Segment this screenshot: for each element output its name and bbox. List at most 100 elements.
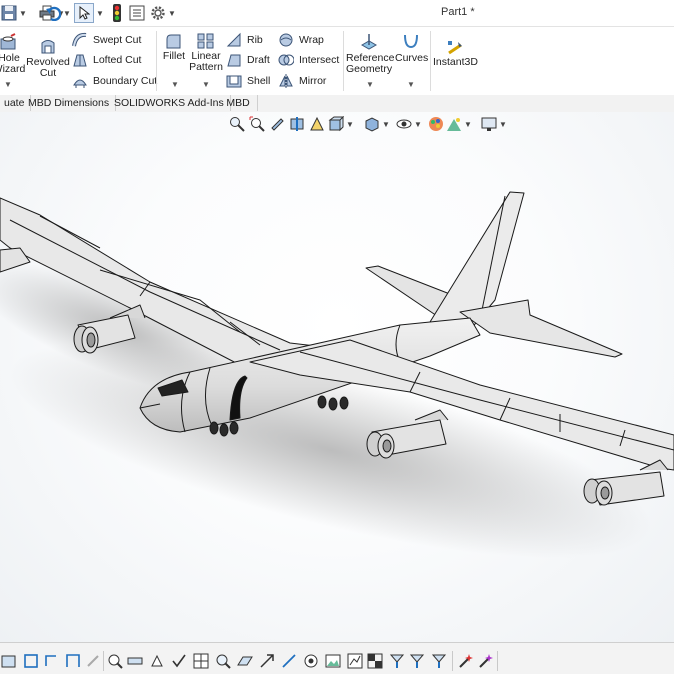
magic-wand-icon[interactable] [456, 652, 474, 670]
triad-icon[interactable] [388, 652, 406, 670]
intersect-label: Intersect [299, 54, 340, 66]
sketch-slot-icon[interactable] [42, 652, 60, 670]
zoom-icon[interactable] [106, 652, 124, 670]
revolved-cut-icon [41, 40, 55, 54]
file-properties-button[interactable] [128, 3, 146, 23]
hole-wizard-button[interactable]: Hole Wizard [0, 33, 26, 75]
linear-pattern-icon [197, 33, 214, 49]
intersect-button[interactable]: Intersect [278, 51, 339, 69]
curves-icon [404, 34, 418, 49]
boundary-cut-button[interactable]: Boundary Cut [72, 72, 157, 90]
chart-icon[interactable] [346, 652, 364, 670]
undo-icon [46, 6, 62, 21]
lofted-cut-button[interactable]: Lofted Cut [72, 51, 141, 69]
reference-geometry-icon [360, 34, 378, 50]
right-outer-engine [583, 459, 669, 506]
draft-label: Draft [247, 54, 270, 66]
rib-icon [226, 32, 241, 47]
swept-cut-label: Swept Cut [93, 34, 142, 46]
sparkle-icon[interactable] [476, 652, 494, 670]
gear-icon [151, 6, 165, 20]
right-horizontal-stabilizer [459, 299, 623, 358]
draft-button[interactable]: Draft [226, 51, 270, 69]
lofted-cut-icon [73, 54, 87, 67]
rebuild-button[interactable] [108, 3, 126, 23]
fillet-button[interactable]: Fillet [160, 33, 188, 62]
ribbon-separator [156, 31, 157, 91]
draft-icon [227, 54, 241, 67]
sketch-line-icon[interactable] [0, 652, 18, 670]
traffic-light-icon [113, 4, 121, 22]
aircraft-model[interactable] [0, 112, 674, 642]
file-properties-icon [129, 5, 145, 21]
boundary-cut-icon [73, 79, 87, 88]
hole-wizard-dropdown-icon[interactable]: ▼ [4, 80, 12, 89]
instant3d-button[interactable]: Instant3D [433, 39, 478, 68]
mirror-label: Mirror [299, 75, 327, 87]
hole-wizard-label: Hole Wizard [0, 52, 26, 75]
shell-button[interactable]: Shell [226, 72, 270, 90]
triad-third-icon[interactable] [430, 652, 448, 670]
mirror-icon [279, 74, 293, 88]
tab-solidworks-add-ins[interactable]: SOLIDWORKS Add-Ins [108, 95, 231, 111]
ribbon-separator [343, 31, 344, 91]
tab-mbd-dimensions[interactable]: MBD Dimensions [22, 95, 117, 111]
fillet-dropdown-icon[interactable]: ▼ [171, 80, 179, 89]
revolved-cut-label: Revolved Cut [26, 56, 70, 79]
camera-icon[interactable] [302, 652, 320, 670]
swept-cut-button[interactable]: Swept Cut [72, 31, 141, 49]
options-button[interactable]: ▼ [148, 3, 178, 23]
quick-access-toolbar: ▼ ▼ ▼ ▼ ▼ Part1 * [0, 0, 674, 27]
revolved-cut-button[interactable]: Revolved Cut [26, 39, 70, 79]
reference-geometry-dropdown-icon[interactable]: ▼ [366, 80, 374, 89]
arrow-icon[interactable] [258, 652, 276, 670]
curves-dropdown-icon[interactable]: ▼ [407, 80, 415, 89]
rib-button[interactable]: Rib [226, 31, 263, 49]
linear-pattern-dropdown-icon[interactable]: ▼ [202, 80, 210, 89]
wrap-button[interactable]: Wrap [278, 31, 324, 49]
fillet-label: Fillet [162, 50, 186, 62]
lofted-cut-label: Lofted Cut [93, 54, 142, 66]
shell-label: Shell [247, 75, 271, 87]
boundary-cut-label: Boundary Cut [93, 75, 158, 87]
grid-icon[interactable] [192, 652, 210, 670]
triad-alt-icon[interactable] [408, 652, 426, 670]
hole-wizard-icon [0, 33, 16, 50]
sketch-trim-icon[interactable] [64, 652, 82, 670]
linear-pattern-label: Linear Pattern [189, 50, 223, 73]
fillet-icon [166, 34, 181, 49]
instant3d-icon [448, 41, 462, 55]
curves-button[interactable]: Curves [395, 33, 428, 64]
checker-icon[interactable] [366, 652, 384, 670]
sketch-rectangle-icon[interactable] [22, 652, 40, 670]
graphics-area[interactable]: ▼ ▼ ▼ ▼ ▼ [0, 112, 674, 642]
line-tool-icon[interactable] [280, 652, 298, 670]
intersect-icon [278, 54, 294, 66]
bottom-toolbar [0, 642, 674, 674]
search-icon[interactable] [214, 652, 232, 670]
reference-geometry-button[interactable]: Reference Geometry [346, 33, 395, 75]
smart-dimension-icon[interactable] [126, 652, 144, 670]
save-button[interactable]: ▼ [0, 3, 28, 23]
paint-icon[interactable] [148, 652, 166, 670]
document-title: Part1 * [441, 6, 475, 18]
sketch-pen-icon[interactable] [84, 652, 102, 670]
image-icon[interactable] [324, 652, 342, 670]
select-cursor-icon [74, 3, 95, 23]
wrap-icon [279, 33, 293, 47]
toolbar-separator [497, 651, 498, 671]
undo-button[interactable]: ▼ [44, 3, 72, 23]
select-button[interactable]: ▼ [74, 3, 104, 23]
reference-geometry-label: Reference Geometry [346, 52, 395, 75]
plane-icon[interactable] [236, 652, 254, 670]
instant3d-label: Instant3D [433, 56, 478, 68]
wrap-label: Wrap [299, 34, 324, 46]
command-manager-tabs: uate MBD Dimensions SOLIDWORKS Add-Ins M… [0, 95, 674, 113]
mirror-button[interactable]: Mirror [278, 72, 326, 90]
check-icon[interactable] [170, 652, 188, 670]
rib-label: Rib [247, 34, 263, 46]
save-icon [1, 5, 17, 21]
toolbar-separator [452, 651, 453, 671]
linear-pattern-button[interactable]: Linear Pattern [188, 33, 224, 73]
tab-mbd[interactable]: MBD [219, 95, 258, 111]
